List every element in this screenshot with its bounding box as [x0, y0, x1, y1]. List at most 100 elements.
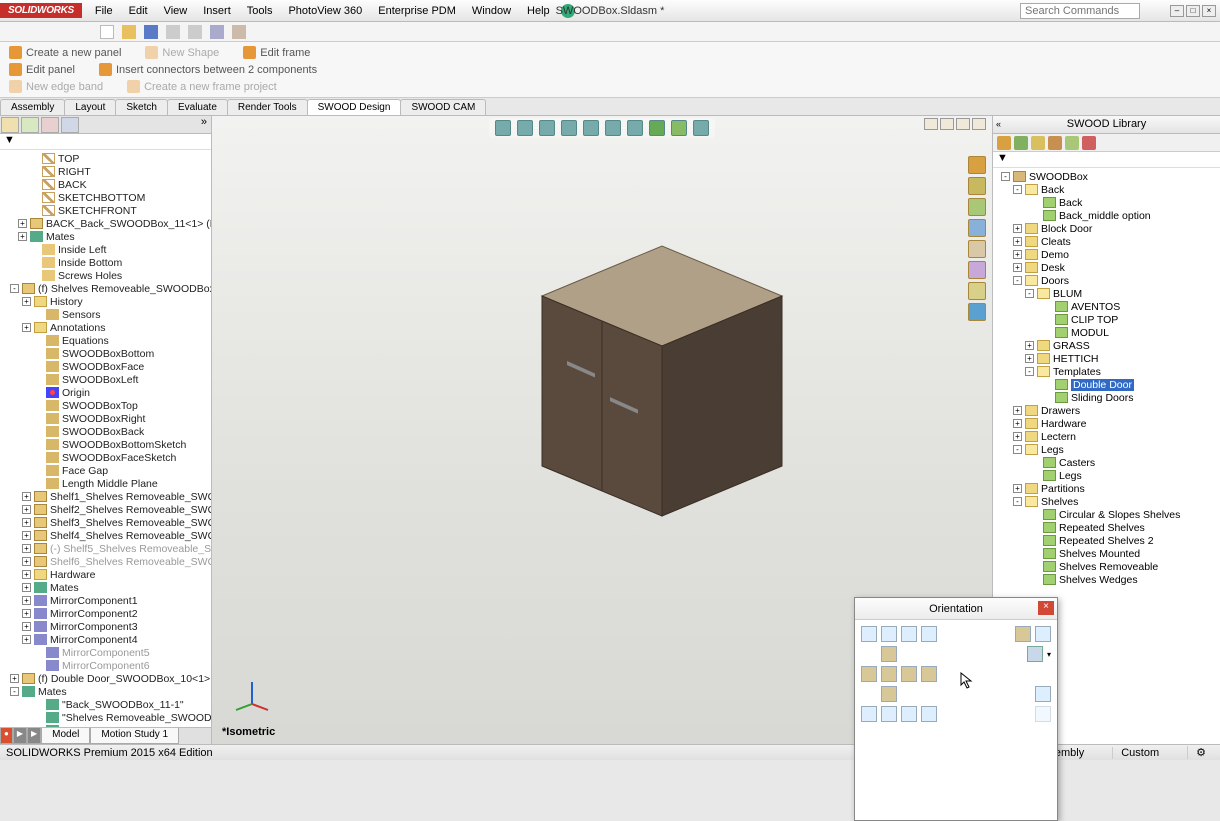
library-node[interactable]: +Lectern: [997, 430, 1220, 443]
expand-icon[interactable]: +: [22, 544, 31, 553]
expand-icon[interactable]: +: [22, 635, 31, 644]
tab-layout[interactable]: Layout: [64, 99, 116, 115]
appearances-icon[interactable]: [968, 261, 986, 279]
update-view-icon[interactable]: [901, 626, 917, 642]
tab-model[interactable]: Model: [41, 728, 90, 744]
zoom-area-icon[interactable]: [517, 120, 533, 136]
tree-node[interactable]: +Annotations: [2, 321, 211, 334]
close-icon[interactable]: ×: [1202, 5, 1216, 17]
previous-view-icon[interactable]: [539, 120, 555, 136]
expand-icon[interactable]: +: [1013, 237, 1022, 246]
library-filter[interactable]: ▼: [993, 152, 1220, 168]
expand-icon[interactable]: +: [22, 297, 31, 306]
resources-icon[interactable]: [968, 177, 986, 195]
expand-icon[interactable]: +: [22, 570, 31, 579]
forum-icon[interactable]: [968, 303, 986, 321]
expand-icon[interactable]: +: [1013, 406, 1022, 415]
library-node[interactable]: +Partitions: [997, 482, 1220, 495]
tree-node[interactable]: Inside Left: [2, 243, 211, 256]
tab-swood-cam[interactable]: SWOOD CAM: [400, 99, 486, 115]
open-icon[interactable]: [122, 25, 136, 39]
expand-icon[interactable]: +: [22, 557, 31, 566]
graphics-viewport[interactable]: *Isometric Orientation ×: [212, 116, 992, 744]
fm-tab-icon[interactable]: [61, 117, 79, 133]
minimize-icon[interactable]: –: [1170, 5, 1184, 17]
library-node[interactable]: +HETTICH: [997, 352, 1220, 365]
two-view-h-icon[interactable]: [881, 706, 897, 722]
expand-icon[interactable]: -: [1013, 185, 1022, 194]
menu-tools[interactable]: Tools: [240, 3, 280, 19]
four-view-icon[interactable]: [921, 706, 937, 722]
status-gear-icon[interactable]: ⚙: [1187, 746, 1214, 759]
tab-render-tools[interactable]: Render Tools: [227, 99, 308, 115]
library-node[interactable]: -SWOODBox: [997, 170, 1220, 183]
pin-icon[interactable]: [861, 626, 877, 642]
library-node[interactable]: MODUL: [997, 326, 1220, 339]
tree-node[interactable]: +(-) Shelf5_Shelves Removeable_SWOODBo: [2, 542, 211, 555]
collapse-icon[interactable]: «: [996, 116, 1001, 133]
fm-tab-icon[interactable]: [41, 117, 59, 133]
library-node[interactable]: -Doors: [997, 274, 1220, 287]
tree-node[interactable]: Equations: [2, 334, 211, 347]
tree-node[interactable]: "Back_SWOODBox_11-1": [2, 698, 211, 711]
display-style-icon[interactable]: [605, 120, 621, 136]
tree-node[interactable]: MirrorComponent6: [2, 659, 211, 672]
new-view-icon[interactable]: [881, 626, 897, 642]
hide-show-icon[interactable]: [627, 120, 643, 136]
expand-icon[interactable]: +: [22, 323, 31, 332]
tree-node[interactable]: +MirrorComponent4: [2, 633, 211, 646]
tree-node[interactable]: SKETCHBOTTOM: [2, 191, 211, 204]
tree-node[interactable]: +BACK_Back_SWOODBox_11<1> (Default: [2, 217, 211, 230]
expand-icon[interactable]: +: [10, 674, 19, 683]
expand-icon[interactable]: -: [1013, 445, 1022, 454]
tree-node[interactable]: +Shelf2_Shelves Removeable_SWOODBox: [2, 503, 211, 516]
tree-node[interactable]: +Hardware: [2, 568, 211, 581]
view-orientation-icon[interactable]: [583, 120, 599, 136]
tree-node[interactable]: +MirrorComponent2: [2, 607, 211, 620]
tree-node[interactable]: SWOODBoxBottom: [2, 347, 211, 360]
lib-refresh-icon[interactable]: [1065, 136, 1079, 150]
library-node[interactable]: Shelves Mounted: [997, 547, 1220, 560]
expand-icon[interactable]: +: [1025, 354, 1034, 363]
expand-icon[interactable]: +: [1025, 341, 1034, 350]
tree-node[interactable]: -(f) Shelves Removeable_SWOODBox_4<1> (I: [2, 282, 211, 295]
tab-assembly[interactable]: Assembly: [0, 99, 65, 115]
expand-icon[interactable]: +: [1013, 419, 1022, 428]
library-node[interactable]: AVENTOS: [997, 300, 1220, 313]
fm-tab-icon[interactable]: [1, 117, 19, 133]
library-node[interactable]: Casters: [997, 456, 1220, 469]
design-library-icon[interactable]: [968, 198, 986, 216]
tab-config-icon[interactable]: ▶: [13, 728, 27, 744]
two-view-v-icon[interactable]: [901, 706, 917, 722]
expand-icon[interactable]: -: [1013, 497, 1022, 506]
bottom-view-icon[interactable]: [881, 686, 897, 702]
tree-node[interactable]: +Shelf1_Shelves Removeable_SWOODBox: [2, 490, 211, 503]
tree-node[interactable]: SWOODBoxFace: [2, 360, 211, 373]
library-node[interactable]: Repeated Shelves: [997, 521, 1220, 534]
cmd-edit-panel[interactable]: Edit panel: [6, 62, 78, 77]
tree-node[interactable]: Inside Bottom: [2, 256, 211, 269]
expand-icon[interactable]: +: [1013, 432, 1022, 441]
tree-node[interactable]: SWOODBoxTop: [2, 399, 211, 412]
expand-icon[interactable]: +: [1013, 224, 1022, 233]
options-icon[interactable]: [232, 25, 246, 39]
tree-node[interactable]: SWOODBoxLeft: [2, 373, 211, 386]
search-input[interactable]: [1020, 3, 1140, 19]
library-node[interactable]: Sliding Doors: [997, 391, 1220, 404]
expand-icon[interactable]: -: [10, 284, 19, 293]
lib-globe-icon[interactable]: [1082, 136, 1096, 150]
lib-edit-icon[interactable]: [1031, 136, 1045, 150]
expand-icon[interactable]: +: [1013, 250, 1022, 259]
tree-node[interactable]: SWOODBoxBottomSketch: [2, 438, 211, 451]
menu-window[interactable]: Window: [465, 3, 518, 19]
tree-node[interactable]: TOP: [2, 152, 211, 165]
custom-props-icon[interactable]: [968, 282, 986, 300]
zoom-fit-icon[interactable]: [495, 120, 511, 136]
expand-icon[interactable]: +: [1013, 484, 1022, 493]
single-view-icon[interactable]: [861, 706, 877, 722]
menu-enterprise-pdm[interactable]: Enterprise PDM: [371, 3, 463, 19]
library-node[interactable]: +GRASS: [997, 339, 1220, 352]
library-node[interactable]: Shelves Wedges: [997, 573, 1220, 586]
tree-node[interactable]: Sensors: [2, 308, 211, 321]
library-node[interactable]: Legs: [997, 469, 1220, 482]
